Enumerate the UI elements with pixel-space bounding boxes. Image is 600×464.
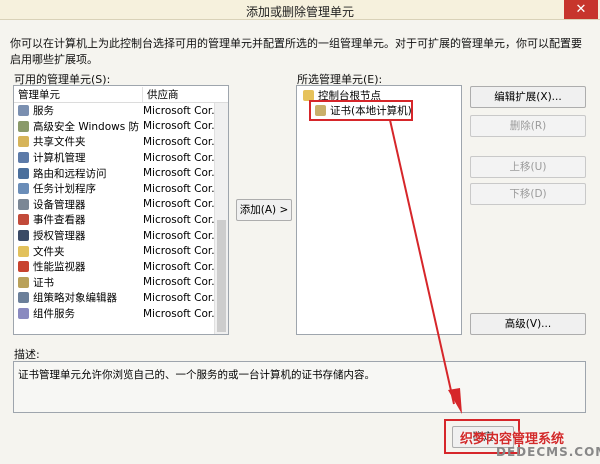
snapin-name: 路由和远程访问 bbox=[33, 167, 107, 180]
list-item[interactable]: 服务 Microsoft Cor... bbox=[14, 103, 214, 119]
list-item[interactable]: 证书 Microsoft Cor... bbox=[14, 275, 214, 291]
col-vendor-header[interactable]: 供应商 bbox=[142, 86, 179, 102]
snapin-icon bbox=[18, 292, 29, 304]
snapin-icon bbox=[18, 120, 29, 132]
available-scrollbar[interactable] bbox=[214, 103, 228, 334]
snapin-icon bbox=[18, 136, 29, 148]
scrollbar-thumb[interactable] bbox=[217, 220, 226, 332]
snapin-vendor: Microsoft Cor... bbox=[143, 260, 214, 273]
snapin-vendor: Microsoft Cor... bbox=[143, 151, 214, 164]
list-header: 管理单元 供应商 bbox=[14, 86, 228, 103]
snapin-icon bbox=[18, 230, 29, 242]
snapin-name: 设备管理器 bbox=[33, 198, 86, 211]
snapin-name: 服务 bbox=[33, 105, 54, 118]
red-arrow bbox=[389, 119, 462, 414]
snapin-icon bbox=[18, 214, 29, 226]
snapin-name: 事件查看器 bbox=[33, 214, 86, 227]
watermark: 织梦内容管理系统 DEDECMS.COM bbox=[440, 425, 600, 464]
description-box: 证书管理单元允许你浏览自己的、一个服务的或一台计算机的证书存储内容。 bbox=[13, 361, 586, 413]
list-item[interactable]: 文件夹 Microsoft Cor... bbox=[14, 243, 214, 259]
list-item[interactable]: 设备管理器 Microsoft Cor... bbox=[14, 197, 214, 213]
watermark-line2: DEDECMS.COM bbox=[496, 445, 600, 459]
close-button[interactable]: ✕ bbox=[564, 0, 598, 19]
snapin-name: 组策略对象编辑器 bbox=[33, 292, 117, 305]
snapin-name: 高级安全 Windows 防... bbox=[33, 120, 139, 133]
snapin-name: 证书 bbox=[33, 276, 54, 289]
list-item[interactable]: 性能监视器 Microsoft Cor... bbox=[14, 259, 214, 275]
list-item[interactable]: 授权管理器 Microsoft Cor... bbox=[14, 228, 214, 244]
snapin-vendor: Microsoft Cor... bbox=[143, 167, 214, 180]
window-title: 添加或删除管理单元 bbox=[245, 5, 354, 19]
snapin-icon bbox=[18, 152, 29, 164]
snapin-vendor: Microsoft Cor... bbox=[143, 229, 214, 242]
snapin-name: 授权管理器 bbox=[33, 230, 86, 243]
snapin-name: 任务计划程序 bbox=[33, 183, 96, 196]
list-item[interactable]: 组策略对象编辑器 Microsoft Cor... bbox=[14, 290, 214, 306]
remove-button[interactable]: 删除(R) bbox=[470, 115, 586, 137]
snapin-vendor: Microsoft Cor... bbox=[143, 307, 214, 320]
snapin-icon bbox=[18, 167, 29, 179]
move-up-button[interactable]: 上移(U) bbox=[470, 156, 586, 178]
edit-extensions-button[interactable]: 编辑扩展(X)... bbox=[470, 86, 586, 108]
snapin-vendor: Microsoft Cor... bbox=[143, 135, 214, 148]
advanced-button[interactable]: 高级(V)... bbox=[470, 313, 586, 335]
snapin-vendor: Microsoft Cor... bbox=[143, 213, 214, 226]
col-name-header[interactable]: 管理单元 bbox=[14, 87, 142, 102]
snapin-name: 计算机管理 bbox=[33, 152, 86, 165]
snapin-vendor: Microsoft Cor... bbox=[143, 245, 214, 258]
snapin-icon bbox=[18, 276, 29, 288]
snapin-vendor: Microsoft Cor... bbox=[143, 182, 214, 195]
available-list[interactable]: 管理单元 供应商 服务 Microsoft Cor... 高级安全 Windows … bbox=[13, 85, 229, 335]
move-down-button[interactable]: 下移(D) bbox=[470, 183, 586, 205]
list-item[interactable]: 路由和远程访问 Microsoft Cor... bbox=[14, 165, 214, 181]
snapin-icon bbox=[18, 308, 29, 320]
snapin-vendor: Microsoft Cor... bbox=[143, 120, 214, 133]
description-text: 证书管理单元允许你浏览自己的、一个服务的或一台计算机的证书存储内容。 bbox=[18, 369, 375, 381]
snapin-name: 组件服务 bbox=[33, 308, 75, 321]
snapin-vendor: Microsoft Cor... bbox=[143, 276, 214, 289]
snapin-icon bbox=[18, 261, 29, 273]
available-rows: 服务 Microsoft Cor... 高级安全 Windows 防... Micro… bbox=[14, 103, 214, 321]
snapin-icon bbox=[18, 245, 29, 257]
list-item[interactable]: 任务计划程序 Microsoft Cor... bbox=[14, 181, 214, 197]
intro-text: 你可以在计算机上为此控制台选择可用的管理单元并配置所选的一组管理单元。对于可扩展… bbox=[10, 37, 582, 66]
list-item[interactable]: 高级安全 Windows 防... Microsoft Cor... bbox=[14, 119, 214, 135]
snapin-icon bbox=[18, 105, 29, 117]
snapin-vendor: Microsoft Cor... bbox=[143, 198, 214, 211]
list-item[interactable]: 共享文件夹 Microsoft Cor... bbox=[14, 134, 214, 150]
snapin-name: 共享文件夹 bbox=[33, 136, 86, 149]
snapin-vendor: Microsoft Cor... bbox=[143, 291, 214, 304]
snapin-icon bbox=[18, 183, 29, 195]
list-item[interactable]: 计算机管理 Microsoft Cor... bbox=[14, 150, 214, 166]
list-item[interactable]: 组件服务 Microsoft Cor... bbox=[14, 306, 214, 322]
snapin-vendor: Microsoft Cor... bbox=[143, 104, 214, 117]
snapin-name: 文件夹 bbox=[33, 245, 65, 258]
description-label: 描述: bbox=[14, 348, 40, 361]
add-button[interactable]: 添加(A) > bbox=[236, 199, 292, 221]
snapin-name: 性能监视器 bbox=[33, 261, 86, 274]
snapin-icon bbox=[18, 198, 29, 210]
list-item[interactable]: 事件查看器 Microsoft Cor... bbox=[14, 212, 214, 228]
